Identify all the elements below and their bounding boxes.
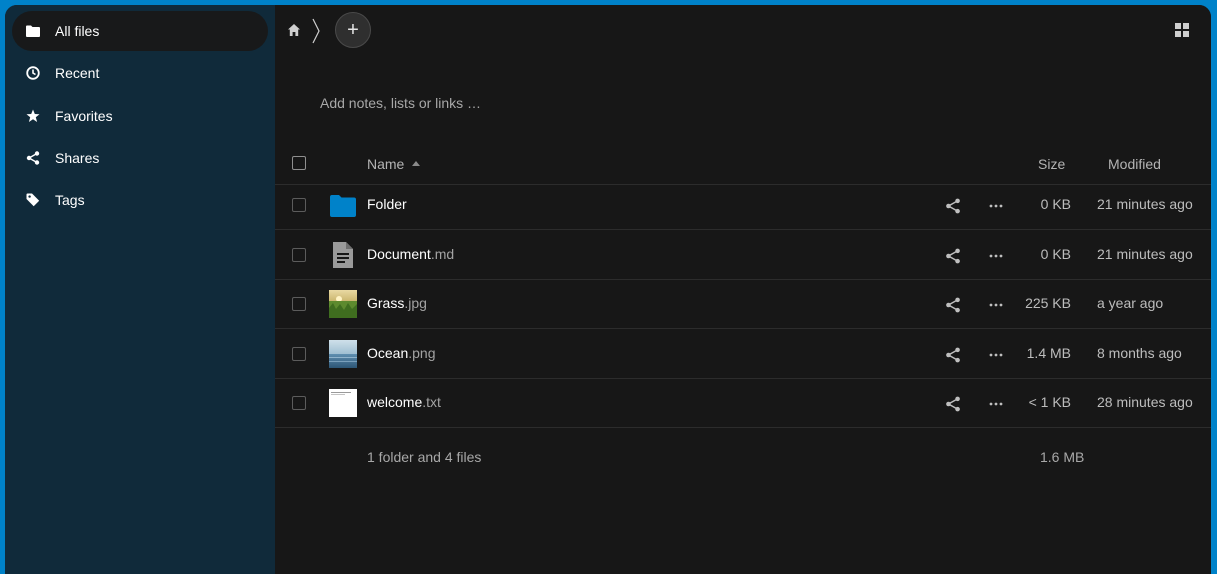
plus-icon: + xyxy=(347,18,359,41)
sidebar: All files Recent Favorites Shares Tags xyxy=(5,5,275,574)
breadcrumb: + xyxy=(275,5,1211,57)
file-name[interactable]: Folder xyxy=(367,196,407,212)
text-file-thumbnail xyxy=(329,389,357,417)
column-header-modified[interactable]: Modified xyxy=(1108,156,1161,172)
column-header-name[interactable]: Name xyxy=(367,156,404,172)
file-modified: 28 minutes ago xyxy=(1097,394,1193,410)
clock-icon xyxy=(25,65,41,81)
breadcrumb-separator-icon xyxy=(311,18,321,44)
more-actions-icon[interactable] xyxy=(987,297,1005,313)
share-icon[interactable] xyxy=(945,198,961,214)
folder-icon xyxy=(329,191,357,219)
share-icon[interactable] xyxy=(945,248,961,264)
row-checkbox[interactable] xyxy=(292,347,306,361)
row-checkbox[interactable] xyxy=(292,248,306,262)
home-icon[interactable] xyxy=(287,23,301,37)
sidebar-item-recent[interactable]: Recent xyxy=(12,53,268,93)
file-modified: a year ago xyxy=(1097,295,1164,311)
share-icon xyxy=(25,150,41,166)
more-actions-icon[interactable] xyxy=(987,347,1005,363)
row-checkbox[interactable] xyxy=(292,396,306,410)
star-icon xyxy=(25,108,41,124)
file-name[interactable]: Grass.jpg xyxy=(367,295,427,311)
file-size: 0 KB xyxy=(1040,196,1071,212)
table-row[interactable]: welcome.txt < 1 KB 28 minutes ago xyxy=(275,378,1211,428)
file-size: 225 KB xyxy=(1025,295,1071,311)
table-row[interactable]: Ocean.png 1.4 MB 8 months ago xyxy=(275,329,1211,379)
total-size-summary: 1.6 MB xyxy=(1040,449,1085,465)
file-name[interactable]: Document.md xyxy=(367,246,454,262)
file-size: 1.4 MB xyxy=(1026,345,1071,361)
table-row[interactable]: Document.md 0 KB 21 minutes ago xyxy=(275,230,1211,280)
sidebar-item-shares[interactable]: Shares xyxy=(12,138,268,178)
share-icon[interactable] xyxy=(945,396,961,412)
column-header-size[interactable]: Size xyxy=(1038,156,1065,172)
file-list-header: Name Size Modified xyxy=(275,141,1211,185)
folder-notes-input[interactable]: Add notes, lists or links … xyxy=(320,95,481,111)
document-icon xyxy=(329,241,357,269)
sidebar-item-label: Tags xyxy=(55,192,85,208)
file-count-summary: 1 folder and 4 files xyxy=(367,449,482,465)
row-checkbox[interactable] xyxy=(292,297,306,311)
sidebar-item-label: Shares xyxy=(55,150,100,166)
grid-view-icon[interactable] xyxy=(1175,23,1189,37)
sidebar-item-favorites[interactable]: Favorites xyxy=(12,96,268,136)
image-thumbnail-grass xyxy=(329,290,357,318)
file-modified: 21 minutes ago xyxy=(1097,196,1193,212)
tag-icon xyxy=(25,192,41,208)
new-file-button[interactable]: + xyxy=(335,12,371,48)
table-row[interactable]: Folder 0 KB 21 minutes ago xyxy=(275,180,1211,230)
file-modified: 8 months ago xyxy=(1097,345,1182,361)
table-row[interactable]: Grass.jpg 225 KB a year ago xyxy=(275,279,1211,329)
sort-ascending-icon xyxy=(412,161,420,166)
folder-icon xyxy=(25,23,41,39)
more-actions-icon[interactable] xyxy=(987,248,1005,264)
sidebar-item-all-files[interactable]: All files xyxy=(12,11,268,51)
share-icon[interactable] xyxy=(945,297,961,313)
select-all-checkbox[interactable] xyxy=(292,156,306,170)
file-size: < 1 KB xyxy=(1028,394,1071,410)
file-size: 0 KB xyxy=(1040,246,1071,262)
more-actions-icon[interactable] xyxy=(987,396,1005,412)
files-app: All files Recent Favorites Shares Tags +… xyxy=(5,5,1211,574)
sidebar-item-label: Recent xyxy=(55,65,100,81)
more-actions-icon[interactable] xyxy=(987,198,1005,214)
file-name[interactable]: welcome.txt xyxy=(367,394,441,410)
sidebar-item-label: Favorites xyxy=(55,108,113,124)
sidebar-item-label: All files xyxy=(55,23,100,39)
file-modified: 21 minutes ago xyxy=(1097,246,1193,262)
file-name[interactable]: Ocean.png xyxy=(367,345,436,361)
row-checkbox[interactable] xyxy=(292,198,306,212)
sidebar-item-tags[interactable]: Tags xyxy=(12,180,268,220)
main-content: + Add notes, lists or links … Name Size … xyxy=(275,5,1211,574)
share-icon[interactable] xyxy=(945,347,961,363)
image-thumbnail-ocean xyxy=(329,340,357,368)
